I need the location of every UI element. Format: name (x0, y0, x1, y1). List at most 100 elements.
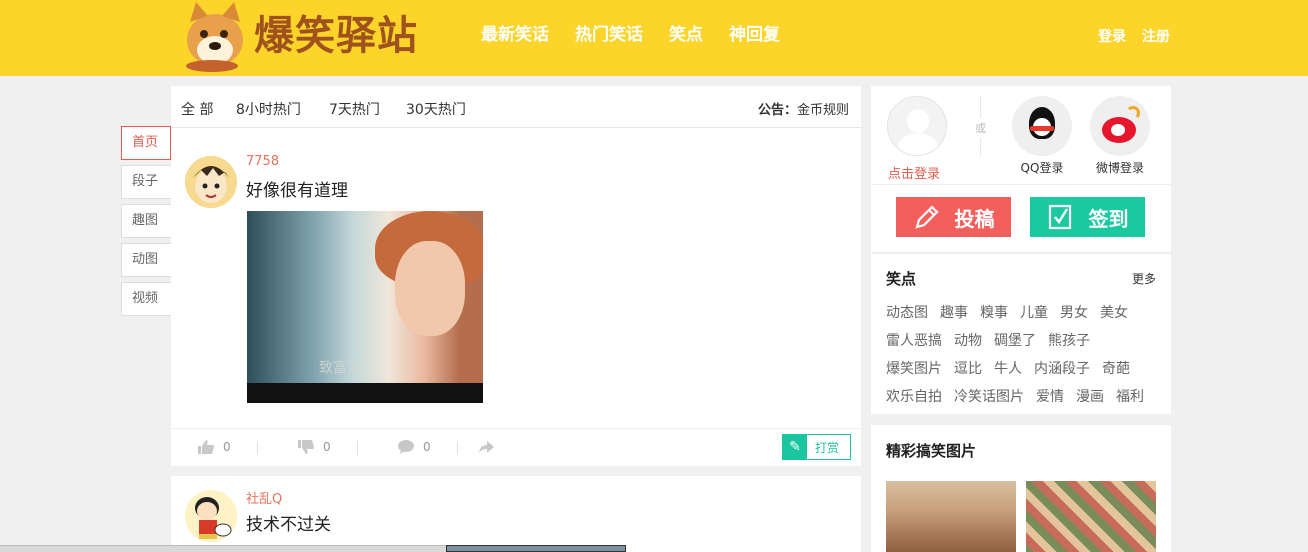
share-icon (479, 441, 494, 453)
tag-item[interactable]: 动态图 (886, 305, 928, 321)
funny-pics-title: 精彩搞笑图片 (886, 442, 977, 460)
logo-text[interactable]: 爆笑驿站 (254, 10, 418, 62)
tag-item[interactable]: 福利 (1116, 389, 1144, 405)
tab-8h-hot[interactable]: 8小时热门 (236, 99, 301, 119)
tag-list: 动态图 趣事 糗事 儿童 男女 美女 雷人恶搞 动物 碉堡了 熊孩子 爆笑图片 逗比 牛人 内涵段子奇… (886, 302, 1166, 414)
tag-item[interactable]: 趣事 (940, 305, 968, 321)
thumbs-up-icon (198, 440, 214, 454)
comment-button[interactable]: 0 (397, 439, 431, 455)
tag-item[interactable]: 动物 (954, 333, 982, 349)
tags-more-link[interactable]: 更多 (1132, 270, 1156, 287)
checkin-label: 签到 (1088, 206, 1129, 231)
tip-icon: ✎ (783, 435, 807, 459)
checkin-icon (1048, 204, 1071, 230)
qq-icon (1012, 96, 1072, 156)
funny-pic-thumbnail[interactable] (1026, 481, 1156, 552)
tip-button[interactable]: ✎ 打赏 (782, 434, 851, 460)
tag-item[interactable]: 逗比 (954, 361, 982, 377)
avatar[interactable] (185, 490, 237, 542)
post-card: 社乱Q 技术不过关 (171, 476, 861, 552)
sidemenu-item-videos[interactable]: 视频 (121, 282, 171, 316)
login-panel: 点击登录 或 QQ登录 微博登录 (871, 86, 1171, 185)
dislike-button[interactable]: 0 (297, 439, 331, 455)
or-divider: 或 (975, 118, 986, 138)
tag-item[interactable]: 内涵段子 (1034, 361, 1090, 377)
comment-icon (398, 440, 414, 454)
tag-item[interactable]: 爆笑图片 (886, 361, 942, 377)
post-actions: 0 0 0 ✎ 打赏 (171, 428, 861, 466)
feed-tabs: 全 部 8小时热门 7天热门 30天热门 公告：金币规则 (171, 86, 861, 128)
tag-item[interactable]: 漫画 (1076, 389, 1104, 405)
notice: 公告：金币规则 (758, 99, 849, 118)
dislike-count: 0 (323, 440, 331, 454)
share-button[interactable] (477, 439, 495, 455)
nav-god-replies[interactable]: 神回复 (729, 24, 780, 46)
weibo-login-button[interactable]: 微博登录 (1089, 96, 1151, 176)
post-card: 7758 好像很有道理 致富宝 0 0 0 ✎ 打赏 (171, 128, 861, 466)
tag-item[interactable]: 雷人恶搞 (886, 333, 942, 349)
post-image-caption: 致富宝 (319, 360, 361, 376)
notice-label: 公告： (757, 103, 797, 118)
tag-item[interactable]: 牛人 (994, 361, 1022, 377)
sidemenu-item-home[interactable]: 首页 (121, 126, 171, 160)
checkin-button[interactable]: 签到 (1030, 197, 1145, 237)
horizontal-scrollbar[interactable] (0, 545, 446, 552)
cartoon-boy-avatar-icon (185, 490, 237, 542)
top-header: 爆笑驿站 最新笑话 热门笑话 笑点 神回复 登录 注册 (0, 0, 1308, 76)
submit-post-label: 投稿 (954, 206, 995, 231)
post-image[interactable]: 致富宝 (247, 211, 483, 403)
post-username[interactable]: 社乱Q (246, 488, 282, 507)
post-title[interactable]: 技术不过关 (246, 510, 331, 535)
auth-links: 登录 注册 (1098, 26, 1170, 46)
tab-30d-hot[interactable]: 30天热门 (406, 99, 466, 119)
nav-hot-jokes[interactable]: 热门笑话 (575, 24, 643, 46)
action-buttons: 投稿 签到 (871, 185, 1171, 253)
tags-panel: 笑点 更多 动态图 趣事 糗事 儿童 男女 美女 雷人恶搞 动物 碉堡了 熊孩子 爆笑图片 逗比牛… (871, 254, 1171, 414)
sidemenu-item-gifs[interactable]: 动图 (121, 243, 171, 277)
main-nav: 最新笑话 热门笑话 笑点 神回复 (481, 24, 780, 46)
tag-item[interactable]: 欢乐自拍 (886, 389, 942, 405)
doge-logo-icon[interactable] (182, 0, 248, 72)
tab-7d-hot[interactable]: 7天热门 (329, 99, 380, 119)
notice-link[interactable]: 金币规则 (797, 103, 849, 118)
like-button[interactable]: 0 (197, 439, 231, 455)
tag-item[interactable]: 熊孩子 (1048, 333, 1090, 349)
qq-login-button[interactable]: QQ登录 (1011, 96, 1073, 176)
tag-item[interactable]: 男女 (1060, 305, 1088, 321)
post-title[interactable]: 好像很有道理 (246, 176, 348, 201)
sidemenu-item-funny-pics[interactable]: 趣图 (121, 204, 171, 238)
side-menu: 首页 段子 趣图 动图 视频 (121, 126, 171, 321)
click-login-link[interactable]: 点击登录 (888, 163, 940, 182)
register-link[interactable]: 注册 (1142, 26, 1170, 46)
weibo-login-label: 微博登录 (1095, 161, 1144, 175)
login-link[interactable]: 登录 (1098, 26, 1126, 46)
submit-post-button[interactable]: 投稿 (896, 197, 1011, 237)
tag-item[interactable]: 儿童 (1020, 305, 1048, 321)
post-image[interactable] (446, 545, 626, 552)
like-count: 0 (223, 440, 231, 454)
qq-login-label: QQ登录 (1020, 161, 1064, 175)
pencil-icon (914, 205, 939, 229)
tag-item[interactable]: 美女 (1100, 305, 1128, 321)
tag-item[interactable]: 爱情 (1036, 389, 1064, 405)
tab-all[interactable]: 全 部 (181, 99, 213, 119)
comment-count: 0 (423, 440, 431, 454)
funny-pics-panel: 精彩搞笑图片 (871, 425, 1171, 552)
tag-item[interactable]: 奇葩 (1102, 361, 1130, 377)
tag-item[interactable]: 糗事 (980, 305, 1008, 321)
tag-item[interactable]: 冷笑话图片 (954, 389, 1024, 405)
nav-latest-jokes[interactable]: 最新笑话 (481, 24, 549, 46)
post-username[interactable]: 7758 (246, 154, 279, 169)
right-sidebar: 点击登录 或 QQ登录 微博登录 投稿 签到 笑点 更多 动态图 趣事 糗事 儿… (871, 86, 1171, 552)
avatar[interactable] (185, 156, 237, 208)
funny-pic-thumbnail[interactable] (886, 481, 1016, 552)
tag-item[interactable]: 碉堡了 (994, 333, 1036, 349)
nav-xiaodian[interactable]: 笑点 (669, 24, 703, 46)
main-feed: 全 部 8小时热门 7天热门 30天热门 公告：金币规则 7758 好像很有道理… (171, 86, 861, 552)
tip-label: 打赏 (815, 440, 840, 455)
sidemenu-item-duanzi[interactable]: 段子 (121, 165, 171, 199)
thumbs-down-icon (298, 440, 314, 454)
default-user-icon[interactable] (887, 96, 947, 156)
weibo-icon (1090, 96, 1150, 156)
tags-title: 笑点 (886, 270, 917, 288)
